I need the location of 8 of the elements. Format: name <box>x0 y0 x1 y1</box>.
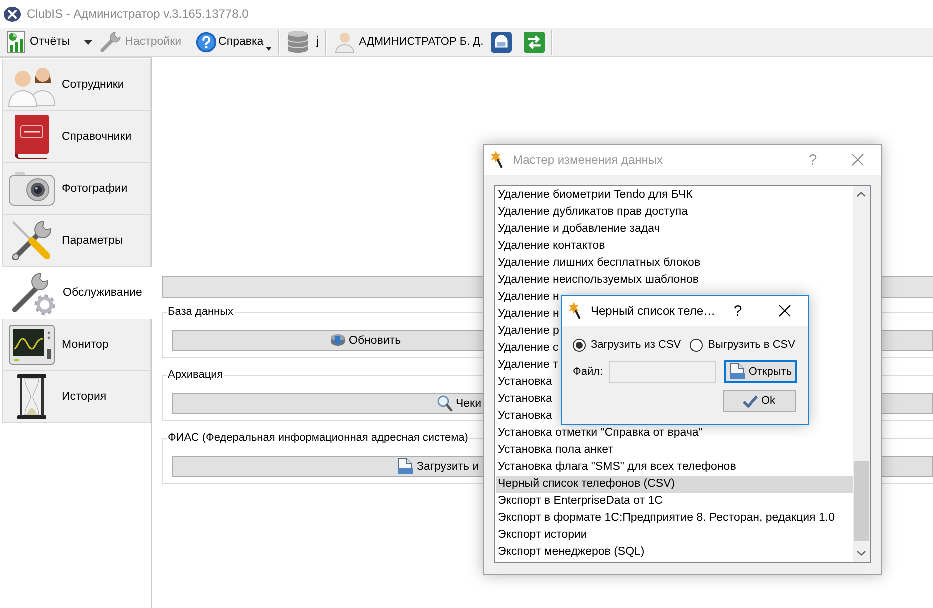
group-title: База данных <box>167 305 235 319</box>
user-name: АДМИНИСТРАТОР Б. Д. <box>359 36 484 48</box>
window-title: ClubIS - Администратор v.3.165.13778.0 <box>27 7 249 21</box>
file-label: Файл: <box>573 366 604 378</box>
dialog-title: Мастер изменения данных <box>513 153 664 167</box>
dialog-title: Черный список теле… <box>591 304 717 318</box>
group-title: ФИАС (Федеральная информационная адресная система) <box>167 431 470 445</box>
group-title: Архивация <box>167 368 224 382</box>
